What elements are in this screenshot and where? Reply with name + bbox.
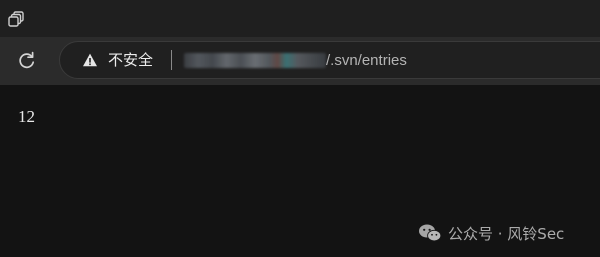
reload-icon <box>19 51 35 69</box>
watermark-text: 公众号 · 风铃Sec <box>448 224 565 243</box>
security-status-label[interactable]: 不安全 <box>108 52 153 69</box>
address-divider <box>171 50 172 70</box>
browser-toolbar: 不安全 /.svn/entries <box>0 37 600 85</box>
wechat-icon <box>419 224 442 242</box>
file-contents: 12 <box>18 107 35 126</box>
watermark: 公众号 · 风铃Sec <box>418 222 564 244</box>
tab-actions-icon[interactable] <box>6 9 26 29</box>
browser-window: 不安全 /.svn/entries 12 公众号 · 风铃Sec <box>0 0 600 257</box>
url-path[interactable]: /.svn/entries <box>326 52 407 69</box>
page-content: 12 公众号 · 风铃Sec <box>0 85 600 257</box>
address-bar[interactable]: 不安全 /.svn/entries <box>59 41 600 79</box>
warning-triangle-icon[interactable] <box>82 52 98 68</box>
reload-button[interactable] <box>12 46 42 76</box>
redacted-host <box>184 53 326 68</box>
title-bar <box>0 0 600 37</box>
